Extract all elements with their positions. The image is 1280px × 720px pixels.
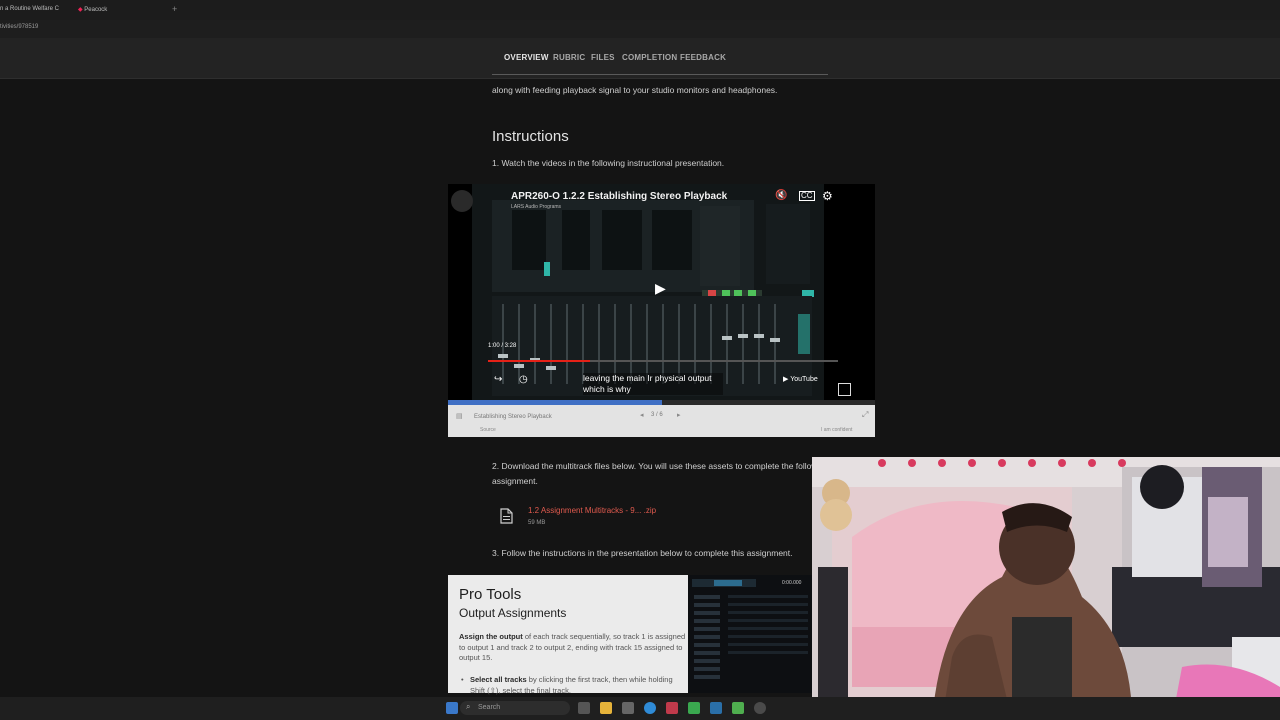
- tab-rubric[interactable]: RUBRIC: [553, 53, 585, 62]
- slide-screenshot-time: 0:00.000: [782, 580, 802, 586]
- browser-tab[interactable]: n a Routine Welfare C: [0, 6, 59, 12]
- settings-gear-icon[interactable]: ⚙: [822, 189, 833, 203]
- taskbar-search-label: Search: [478, 704, 501, 711]
- tab-feedback[interactable]: FEEDBACK: [680, 53, 726, 62]
- volume-icon[interactable]: 🔇: [775, 190, 787, 201]
- windows-start-icon[interactable]: [446, 702, 458, 714]
- file-icon: [500, 508, 513, 524]
- browser-icon[interactable]: [644, 702, 656, 714]
- attachment-link[interactable]: 1.2 Assignment Multitracks - 9... .zip: [528, 506, 656, 515]
- next-slide-icon[interactable]: ▸: [677, 411, 681, 419]
- search-icon: ⌕: [466, 702, 471, 711]
- messaging-app-icon[interactable]: [710, 702, 722, 714]
- attachment-size: 59 MB: [528, 520, 546, 526]
- presentation-source-label: Source: [480, 427, 496, 433]
- youtube-label: YouTube: [790, 376, 818, 383]
- expand-icon[interactable]: ⤢: [862, 410, 868, 420]
- slide-screenshot-graphic: [692, 579, 808, 679]
- captions-icon[interactable]: CC: [799, 191, 815, 201]
- tab-completion[interactable]: COMPLETION: [622, 53, 677, 62]
- menu-icon[interactable]: ▤: [456, 412, 463, 420]
- slide-title: Pro Tools: [459, 586, 522, 603]
- video-caption: leaving the main Ir physical output whic…: [583, 373, 723, 395]
- presentation-pager: 3 / 6: [651, 412, 663, 418]
- youtube-logo[interactable]: ▶ YouTube: [783, 375, 818, 383]
- slide-subtitle: Output Assignments: [459, 606, 567, 620]
- caption-line-2: which is why: [583, 384, 631, 394]
- tab-files[interactable]: FILES: [591, 53, 615, 62]
- presentation-slide-label: Establishing Stereo Playback: [474, 414, 552, 420]
- file-explorer-icon[interactable]: [600, 702, 612, 714]
- tab-overview[interactable]: OVERVIEW: [504, 53, 549, 62]
- prev-slide-icon[interactable]: ◂: [640, 411, 644, 419]
- youtube-play-icon: ▶: [783, 376, 789, 383]
- slide-bullet-bold: Select all tracks: [470, 675, 527, 684]
- taskbar-search[interactable]: [460, 701, 570, 715]
- step-3-text: 3. Follow the instructions in the presen…: [492, 548, 793, 558]
- address-bar[interactable]: [0, 20, 1280, 38]
- browser-tab-peacock[interactable]: ◆ Peacock: [78, 6, 107, 13]
- webcam-scene: [812, 457, 1280, 720]
- address-bar-url: tivities/978519: [0, 24, 39, 30]
- browser-tab-bar: [0, 0, 1280, 20]
- browser-tab-label: Peacock: [84, 7, 108, 13]
- play-icon[interactable]: ▶: [655, 280, 666, 297]
- cut-off-text-line: [492, 71, 828, 79]
- webcam-overlay: [812, 457, 1280, 720]
- share-icon[interactable]: ↪: [494, 374, 502, 385]
- peacock-icon: ◆: [78, 7, 83, 13]
- launcher-app-icon[interactable]: [732, 702, 744, 714]
- step-1-text: 1. Watch the videos in the following ins…: [492, 158, 725, 168]
- slide-paragraph: Assign the output of each track sequenti…: [459, 632, 687, 664]
- slide-bullet: • Select all tracks by clicking the first…: [461, 675, 682, 696]
- mixer-graphic: [492, 200, 814, 396]
- video-channel-name: LARS Audio Programs: [511, 204, 562, 210]
- new-tab-button[interactable]: +: [172, 4, 177, 14]
- step-2-text-continued: assignment.: [492, 476, 538, 486]
- media-app-icon[interactable]: [666, 702, 678, 714]
- taskbar: [0, 697, 1280, 720]
- instructions-heading: Instructions: [492, 128, 569, 145]
- slide-screenshot: [688, 575, 812, 693]
- app-icon[interactable]: [622, 702, 634, 714]
- presentation-footer: [448, 405, 875, 437]
- video-seek-progress: [488, 360, 590, 362]
- watch-later-clock-icon[interactable]: ◷: [519, 374, 528, 385]
- mixer-video-frame: [472, 184, 824, 400]
- settings-app-icon[interactable]: [754, 702, 766, 714]
- channel-avatar[interactable]: [451, 190, 473, 212]
- video-time: 1:00 / 3:28: [488, 343, 517, 349]
- fullscreen-icon[interactable]: [838, 383, 851, 396]
- slide-paragraph-bold: Assign the output: [459, 632, 523, 641]
- presentation-confidence-label: I am confident: [821, 427, 853, 433]
- caption-line-1: leaving the main Ir physical output: [583, 373, 712, 383]
- bullet-dot-icon: •: [461, 675, 464, 684]
- step-2-text: 2. Download the multitrack files below. …: [492, 461, 812, 471]
- task-view-icon[interactable]: [578, 702, 590, 714]
- video-title[interactable]: APR260-O 1.2.2 Establishing Stereo Playb…: [511, 191, 727, 202]
- intro-text: along with feeding playback signal to yo…: [492, 85, 778, 95]
- play-app-icon[interactable]: [688, 702, 700, 714]
